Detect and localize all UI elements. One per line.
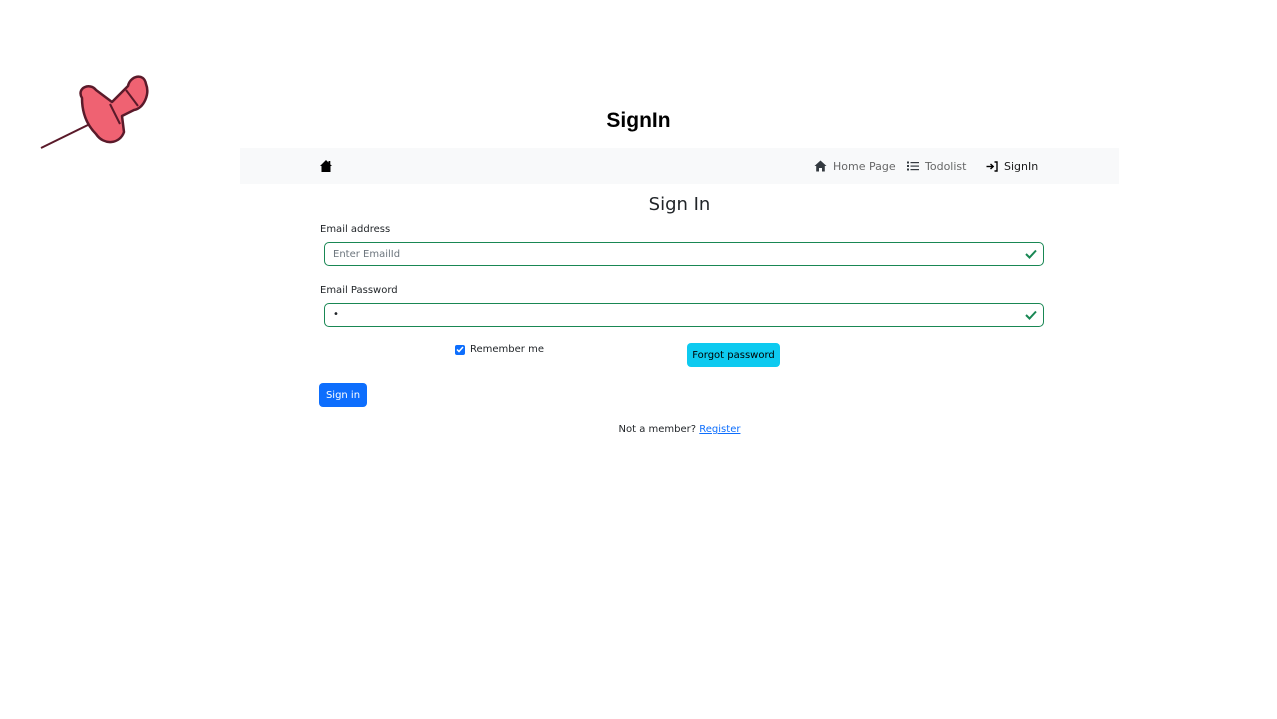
slide-title: SignIn [606,109,671,132]
forgot-password-button[interactable]: Forgot password [687,343,780,367]
nav-todolist[interactable]: Todolist [907,158,966,174]
checkmark-icon [456,346,464,353]
email-placeholder: Enter EmailId [333,248,401,260]
list-icon [907,161,919,171]
check-icon [1025,310,1037,320]
register-link[interactable]: Register [699,424,740,435]
nav-signin-label: SignIn [1004,159,1039,173]
slide: SignIn Home Page Todolist SignIn Sign In… [0,0,1277,719]
register-line: Not a member? Register [0,424,1277,435]
password-value: • [333,308,339,320]
navbar: Home Page Todolist SignIn [240,148,1119,184]
form-heading: Sign In [648,194,711,215]
remember-checkbox[interactable] [455,344,465,355]
email-label: Email address [320,224,391,235]
password-label: Email Password [320,285,398,296]
sign-in-button[interactable]: Sign in [319,383,367,407]
password-field[interactable]: • [324,303,1044,327]
register-prompt: Not a member? [618,424,697,435]
nav-home-page[interactable]: Home Page [814,158,896,174]
nav-todolist-label: Todolist [925,159,967,173]
home-icon[interactable] [319,159,333,173]
nav-home-label: Home Page [833,159,896,173]
house-icon [814,160,827,172]
nav-signin[interactable]: SignIn [986,158,1038,174]
remember-me: Remember me [455,344,544,355]
check-icon [1025,249,1037,259]
remember-label: Remember me [470,344,544,355]
sign-in-icon [986,160,998,172]
email-field[interactable]: Enter EmailId [324,242,1044,266]
